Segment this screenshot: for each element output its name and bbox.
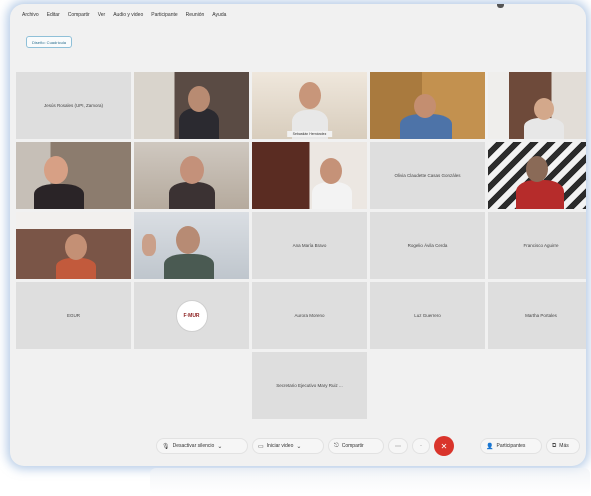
dots-icon: ·	[420, 443, 422, 449]
options-icon: ⋯	[395, 443, 401, 450]
participant-video-tile[interactable]	[134, 72, 249, 139]
participant-name: Luz Guerrero	[414, 313, 441, 318]
person-body	[179, 108, 219, 139]
participants-button[interactable]: 👤 Participantes	[480, 438, 542, 454]
more-options-button[interactable]: ⋯	[388, 438, 408, 454]
meeting-toolbar: 🎙 Desactivar silencio ⌄ ▭ Iniciar video …	[10, 436, 586, 460]
participant-name: EGUR	[66, 313, 80, 318]
person-body	[169, 182, 215, 209]
menu-view[interactable]: Ver	[98, 12, 106, 18]
participant-video-tile[interactable]	[16, 142, 131, 209]
participants-label: Participantes	[496, 443, 526, 449]
participant-name: Ana María Bravo	[292, 243, 327, 248]
person-head	[188, 86, 210, 112]
microphone-off-icon: 🎙	[162, 443, 170, 450]
people-icon: 👤	[486, 443, 494, 450]
person-head	[299, 82, 321, 109]
person-body	[164, 254, 214, 279]
participant-video-tile[interactable]	[16, 212, 131, 279]
person-head	[180, 156, 204, 184]
participant-video-tile[interactable]	[134, 212, 249, 279]
unmute-button[interactable]: 🎙 Desactivar silencio ⌄	[156, 438, 248, 454]
participant-video-tile-speaking[interactable]: Sebastián Hernández	[252, 72, 367, 139]
participant-tile[interactable]: Aurora Moreno	[252, 282, 367, 349]
menu-help[interactable]: Ayuda	[212, 12, 226, 18]
person-head	[176, 226, 200, 254]
more-label: Más	[559, 443, 569, 449]
menu-edit[interactable]: Editar	[47, 12, 60, 18]
person-body	[56, 258, 96, 279]
organization-logo: F·MUR	[175, 299, 208, 332]
reactions-button[interactable]: ·	[412, 438, 430, 454]
chevron-down-icon[interactable]: ⌄	[217, 443, 222, 450]
participant-tile[interactable]: Rogelio Ávila Cerda	[370, 212, 485, 279]
raised-hand	[142, 234, 156, 256]
participant-video-tile[interactable]	[488, 142, 586, 209]
share-label: Compartir	[341, 443, 364, 449]
logo-text: F·MUR	[183, 312, 200, 319]
participant-tile[interactable]: Jesús Rosales (UPI, Zamora)	[16, 72, 131, 139]
participant-video-tile[interactable]	[488, 72, 586, 139]
camera-icon: ▭	[258, 443, 264, 450]
participant-tile[interactable]: F·MUR	[134, 282, 249, 349]
unmute-label: Desactivar silencio	[172, 443, 215, 449]
person-body	[516, 180, 564, 209]
participant-name: Francisco Aguirre	[523, 243, 559, 248]
participant-tile[interactable]: EGUR	[16, 282, 131, 349]
participant-name: Secretario Ejecutivo Mary Ruiz ...	[276, 383, 343, 388]
participant-video-tile[interactable]	[252, 142, 367, 209]
more-button[interactable]: ⧉ Más	[546, 438, 580, 454]
person-head	[534, 98, 554, 120]
leave-meeting-button[interactable]: ✕	[434, 436, 454, 456]
person-head	[526, 156, 548, 182]
start-video-button[interactable]: ▭ Iniciar video ⌄	[252, 438, 324, 454]
start-video-label: Iniciar video	[266, 443, 294, 449]
chevron-down-icon[interactable]: ⌄	[296, 443, 301, 450]
participant-tile[interactable]: Luz Guerrero	[370, 282, 485, 349]
menu-share[interactable]: Compartir	[68, 12, 90, 18]
person-body	[524, 118, 564, 139]
person-body	[312, 182, 352, 209]
participant-name: Rogelio Ávila Cerda	[407, 243, 448, 248]
layout-tag[interactable]: Diseño: Cuadrícula	[26, 36, 73, 48]
menu-file[interactable]: Archivo	[22, 12, 39, 18]
person-head	[320, 158, 342, 184]
meeting-window: Archivo Editar Compartir Ver Audio y vid…	[10, 4, 586, 466]
menu-participant[interactable]: Participante	[151, 12, 177, 18]
participant-tile[interactable]: Francisco Aguirre	[488, 212, 586, 279]
participant-grid: Jesús Rosales (UPI, Zamora) Sebastián He…	[16, 72, 586, 419]
menu-meeting[interactable]: Reunión	[186, 12, 205, 18]
participant-tile[interactable]: Martha Portales	[488, 282, 586, 349]
share-button[interactable]: ⎋ Compartir	[328, 438, 384, 454]
person-body	[34, 184, 84, 209]
participant-name: Olivia Claudette Casas Gonzáles	[394, 173, 461, 178]
more-icon: ⧉	[552, 442, 557, 449]
phone-hangup-icon: ✕	[440, 441, 448, 451]
participant-name: Jesús Rosales (UPI, Zamora)	[43, 103, 104, 108]
share-icon: ⎋	[334, 442, 339, 449]
participant-video-tile[interactable]	[134, 142, 249, 209]
person-head	[414, 94, 436, 118]
participant-tile[interactable]: Olivia Claudette Casas Gonzáles	[370, 142, 485, 209]
participant-name: Sebastián Hernández	[286, 131, 333, 137]
participant-video-tile[interactable]	[370, 72, 485, 139]
menu-audio-video[interactable]: Audio y video	[113, 12, 143, 18]
window-reflection	[150, 468, 590, 494]
person-head	[44, 156, 68, 184]
participant-name: Martha Portales	[525, 313, 557, 318]
participant-tile[interactable]: Ana María Bravo	[252, 212, 367, 279]
participant-name: Aurora Moreno	[294, 313, 325, 318]
participant-tile[interactable]: Secretario Ejecutivo Mary Ruiz ...	[252, 352, 367, 419]
person-head	[65, 234, 87, 260]
